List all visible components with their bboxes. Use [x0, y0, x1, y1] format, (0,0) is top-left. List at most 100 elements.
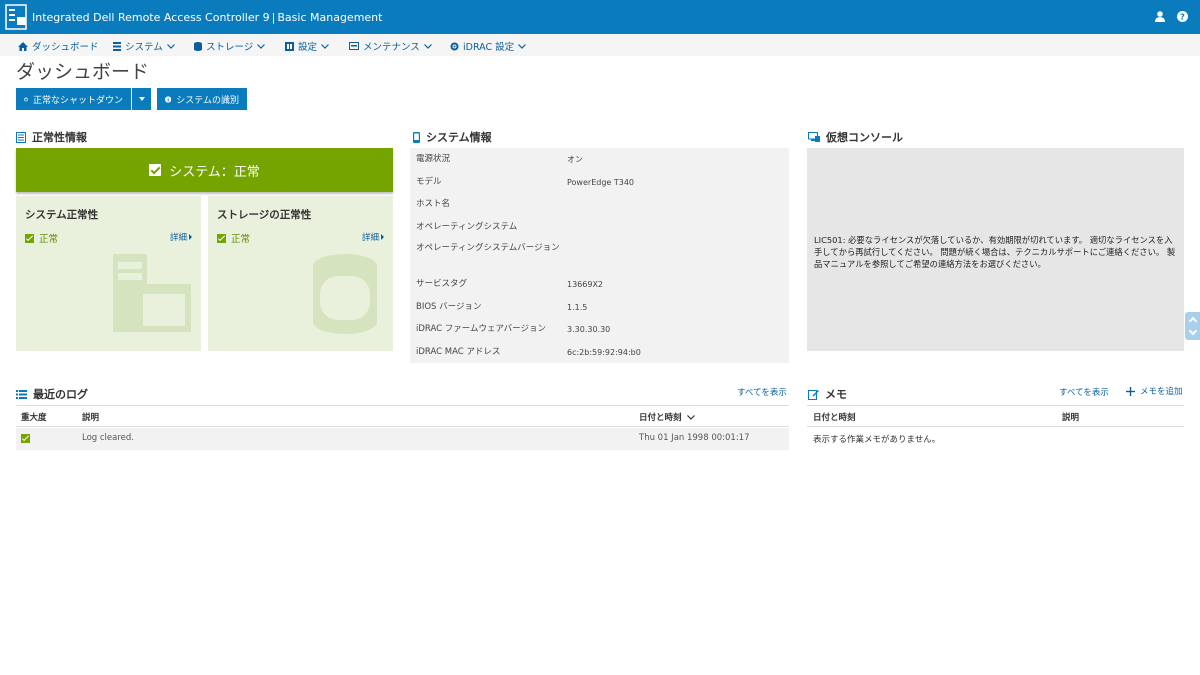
- table-row[interactable]: Log cleared. Thu 01 Jan 1998 00:01:17: [16, 428, 789, 450]
- sysinfo-value: 1.1.5: [567, 303, 588, 312]
- storage-health-status-label: 正常: [231, 234, 251, 245]
- monitor-icon: [808, 132, 820, 142]
- console-section-header: 仮想コンソール: [808, 129, 903, 145]
- nav-maintenance-label: メンテナンス: [363, 42, 420, 53]
- system-health-status-label: 正常: [39, 234, 59, 245]
- chevron-up-icon: [1188, 316, 1197, 326]
- sysinfo-section-header: システム情報: [413, 129, 492, 145]
- logs-view-all-link[interactable]: すべてを表示: [737, 386, 787, 398]
- list-icon: [16, 389, 27, 399]
- chevron-down-icon: [321, 43, 329, 49]
- scroll-top-bottom-widget[interactable]: [1185, 312, 1200, 340]
- database-icon: [194, 41, 202, 51]
- health-section-header: 正常性情報: [16, 129, 87, 145]
- datetime-column-header[interactable]: 日付と時刻: [639, 411, 696, 423]
- add-memo-button[interactable]: メモを追加: [1126, 385, 1183, 397]
- nav-dashboard-label: ダッシュボード: [32, 42, 99, 53]
- sysinfo-value: 6c:2b:59:92:94:b0: [567, 348, 641, 357]
- sysinfo-panel: 電源状況 オン モデル PowerEdge T340 ホスト名 オペレーティングシス…: [410, 148, 789, 363]
- health-list-icon: [16, 131, 26, 143]
- power-icon: [24, 97, 28, 101]
- add-memo-label: メモを追加: [1140, 387, 1183, 397]
- sysinfo-label: モデル: [416, 177, 442, 187]
- nav-idrac-settings-label: iDRAC 設定: [463, 42, 515, 53]
- disk-watermark-icon: [313, 254, 377, 334]
- nav-dashboard[interactable]: ダッシュボード: [18, 39, 99, 53]
- home-icon: [18, 41, 28, 51]
- help-icon[interactable]: ?: [1177, 11, 1188, 22]
- memo-section-header: メモ: [808, 386, 847, 402]
- settings-icon: [285, 41, 294, 51]
- datetime-column-label: 日付と時刻: [639, 413, 682, 423]
- sysinfo-label: ホスト名: [416, 199, 451, 209]
- caret-down-icon: [138, 97, 145, 101]
- nav-settings-label: 設定: [298, 42, 318, 53]
- sysinfo-value: 3.30.30.30: [567, 325, 611, 334]
- storage-health-detail-link[interactable]: 詳細: [362, 231, 385, 243]
- logs-section-header: 最近のログ: [16, 386, 88, 402]
- edit-icon: [808, 389, 819, 400]
- sysinfo-label: オペレーティングシステム: [416, 222, 518, 232]
- sysinfo-label: BIOS バージョン: [416, 302, 482, 312]
- system-health-status: システム：正常: [169, 164, 260, 180]
- sysinfo-label: iDRAC MAC アドレス: [416, 347, 501, 357]
- plus-icon: [1126, 386, 1135, 396]
- identify-system-button[interactable]: システムの識別: [157, 88, 247, 110]
- nav-maintenance[interactable]: メンテナンス: [349, 39, 432, 53]
- description-column-header[interactable]: 説明: [82, 411, 99, 423]
- app-title-main: Integrated Dell Remote Access Controller…: [32, 11, 270, 24]
- chevron-down-icon: [166, 43, 175, 49]
- info-icon: [165, 95, 172, 103]
- system-health-banner: システム：正常: [16, 148, 393, 192]
- chevron-down-icon: [423, 43, 432, 49]
- maintenance-icon: [349, 42, 359, 50]
- user-icon[interactable]: [1155, 11, 1165, 22]
- sysinfo-label: サービスタグ: [416, 279, 468, 289]
- app-title: Integrated Dell Remote Access Controller…: [32, 11, 383, 24]
- log-datetime: Thu 01 Jan 1998 00:01:17: [639, 433, 750, 443]
- nav-idrac-settings[interactable]: iDRAC 設定: [450, 39, 527, 53]
- memo-empty-message: 表示する作業メモがありません。: [813, 435, 941, 445]
- storage-health-card-title: ストレージの正常性: [217, 209, 312, 221]
- check-icon: [25, 233, 34, 243]
- logs-table-header: 重大度 説明 日付と時刻: [16, 405, 789, 427]
- svg-text:?: ?: [1180, 13, 1185, 22]
- sysinfo-value: PowerEdge T340: [567, 178, 635, 187]
- sysinfo-label: 電源状況: [416, 154, 451, 164]
- severity-ok-icon: [21, 434, 30, 443]
- license-error-message: LIC501: 必要なライセンスが欠落しているか、有効期限が切れています。 適切…: [814, 235, 1176, 269]
- virtual-console-panel[interactable]: LIC501: 必要なライセンスが欠落しているか、有効期限が切れています。 適切…: [807, 148, 1184, 351]
- shutdown-dropdown-button[interactable]: [132, 88, 151, 110]
- memo-table-header: 日付と時刻 説明: [807, 405, 1184, 427]
- storage-health-card: ストレージの正常性 正常 詳細: [208, 196, 393, 351]
- logs-section-title: 最近のログ: [33, 388, 88, 401]
- nav-system[interactable]: システム: [113, 39, 175, 53]
- chevron-down-icon: [1188, 326, 1197, 336]
- storage-health-card-status: 正常: [217, 231, 250, 245]
- idrac-logo-icon: [5, 4, 27, 30]
- sysinfo-label: オペレーティングシステムバージョン: [416, 243, 560, 253]
- memo-description-column-header[interactable]: 説明: [1062, 411, 1079, 423]
- identify-system-label: システムの識別: [176, 95, 239, 106]
- system-health-detail-link[interactable]: 詳細: [170, 231, 193, 243]
- graceful-shutdown-label: 正常なシャットダウン: [32, 95, 123, 106]
- memo-section-title: メモ: [825, 388, 847, 401]
- idrac-settings-icon: [450, 42, 459, 50]
- memo-view-all-link[interactable]: すべてを表示: [1059, 386, 1109, 398]
- nav-storage[interactable]: ストレージ: [194, 39, 266, 53]
- nav-system-label: システム: [125, 42, 163, 53]
- graceful-shutdown-button[interactable]: 正常なシャットダウン: [16, 88, 131, 110]
- sysinfo-section-title: システム情報: [426, 131, 492, 144]
- top-bar: Integrated Dell Remote Access Controller…: [0, 0, 1200, 34]
- server-watermark-icon: [113, 254, 191, 332]
- chevron-down-icon: [518, 43, 527, 49]
- health-section-title: 正常性情報: [32, 131, 87, 144]
- main-nav: ダッシュボード システム ストレージ 設定 メンテナンス iDRAC 設定: [0, 34, 1200, 56]
- nav-settings[interactable]: 設定: [285, 39, 329, 53]
- memo-datetime-column-header[interactable]: 日付と時刻: [813, 411, 856, 423]
- check-icon: [217, 233, 226, 243]
- severity-column-header[interactable]: 重大度: [21, 411, 47, 423]
- app-title-sub: Basic Management: [277, 11, 383, 24]
- nav-storage-label: ストレージ: [206, 42, 254, 53]
- sysinfo-value: オン: [567, 155, 583, 164]
